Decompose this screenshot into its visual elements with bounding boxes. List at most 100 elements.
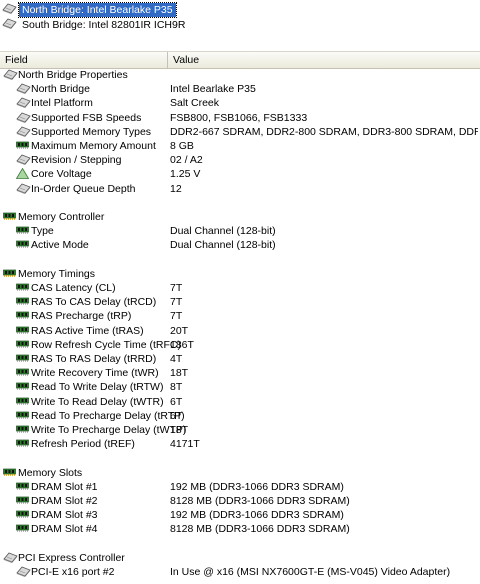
group-title: North Bridge Properties xyxy=(18,69,128,81)
property-field: Write To Read Delay (tWTR) xyxy=(31,395,164,408)
property-value: 1.25 V xyxy=(170,168,201,181)
device-item[interactable]: South Bridge: Intel 82801IR ICH9R xyxy=(2,17,188,33)
group-header[interactable]: Memory Controller xyxy=(0,210,480,224)
group-header[interactable]: PCI Express Controller xyxy=(0,551,480,565)
property-value: 8T xyxy=(170,381,183,394)
memory-icon xyxy=(16,296,29,310)
property-row[interactable]: Supported FSB Speeds FSB800, FSB1066, FSB… xyxy=(0,111,480,125)
memory-icon xyxy=(16,353,29,367)
chip-icon xyxy=(16,566,31,581)
property-value: 7T xyxy=(170,282,183,294)
property-field: Refresh Period (tREF) xyxy=(31,438,135,451)
memory-icon xyxy=(16,325,29,339)
property-value: 8128 MB (DDR3-1066 DDR3 SDRAM) xyxy=(170,523,350,536)
field-column-header[interactable]: Field xyxy=(0,52,168,68)
property-field: Revision / Stepping xyxy=(31,154,122,167)
property-row[interactable]: In-Order Queue Depth 12 xyxy=(0,182,480,196)
device-item[interactable]: North Bridge: Intel Bearlake P35 xyxy=(2,2,177,18)
property-row[interactable]: Core Voltage 1.25 V xyxy=(0,167,480,181)
memory-icon xyxy=(16,381,29,395)
property-value: 18T xyxy=(170,367,189,380)
property-field: RAS Active Time (tRAS) xyxy=(31,324,144,337)
property-row[interactable]: North Bridge Intel Bearlake P35 xyxy=(0,82,480,96)
property-value: 4171T xyxy=(170,438,200,451)
memory-icon xyxy=(16,424,29,438)
property-field: Core Voltage xyxy=(31,168,92,181)
property-row[interactable]: DRAM Slot #1 192 MB (DDR3-1066 DDR3 SDRAM… xyxy=(0,480,480,494)
property-row[interactable]: Active Mode Dual Channel (128-bit) xyxy=(0,238,480,252)
property-row[interactable]: Intel Platform Salt Creek xyxy=(0,96,480,110)
property-row[interactable]: Refresh Period (tREF) 4171T xyxy=(0,437,480,451)
property-value: 6T xyxy=(170,395,183,408)
property-row[interactable]: PCI-E x16 port #2 In Use @ x16 (MSI NX760… xyxy=(0,565,480,579)
property-row[interactable]: Revision / Stepping 02 / A2 xyxy=(0,153,480,167)
memory-icon xyxy=(16,523,29,537)
chip-icon xyxy=(2,3,17,17)
group-title: PCI Express Controller xyxy=(18,551,125,564)
property-field: DRAM Slot #4 xyxy=(31,523,98,536)
property-row[interactable]: RAS Precharge (tRP) 7T xyxy=(0,309,480,323)
property-row[interactable]: Row Refresh Cycle Time (tRFC) 186T xyxy=(0,338,480,352)
property-value: 186T xyxy=(170,338,194,351)
memory-icon xyxy=(16,396,29,410)
chip-icon xyxy=(2,18,17,32)
property-field: Read To Write Delay (tRTW) xyxy=(31,381,164,394)
property-row[interactable]: CAS Latency (CL) 7T xyxy=(0,281,480,295)
property-field: Active Mode xyxy=(31,239,89,252)
memory-icon xyxy=(16,410,29,424)
property-value: Salt Creek xyxy=(170,97,220,110)
property-field: In-Order Queue Depth xyxy=(31,182,136,195)
memory-icon xyxy=(16,140,29,154)
property-value: Dual Channel (128-bit) xyxy=(170,239,276,252)
property-row[interactable]: Type Dual Channel (128-bit) xyxy=(0,224,480,238)
property-row[interactable]: Maximum Memory Amount 8 GB xyxy=(0,139,480,153)
property-value: Intel Bearlake P35 xyxy=(170,83,256,96)
property-value: 192 MB (DDR3-1066 DDR3 SDRAM) xyxy=(170,480,344,493)
property-row[interactable]: Write To Precharge Delay (tWTP) 18T xyxy=(0,423,480,437)
property-row[interactable]: Supported Memory Types DDR2-667 SDRAM, DD… xyxy=(0,125,480,139)
property-value: 02 / A2 xyxy=(170,154,203,167)
property-value: 12 xyxy=(170,182,182,195)
property-value: 4T xyxy=(170,353,183,365)
property-row[interactable]: RAS To RAS Delay (tRRD) 4T xyxy=(0,352,480,366)
property-field: Write To Precharge Delay (tWTP) xyxy=(31,424,187,436)
property-field: Row Refresh Cycle Time (tRFC) xyxy=(31,338,181,351)
group-header[interactable]: Memory Timings xyxy=(0,267,480,281)
property-row[interactable]: Read To Write Delay (tRTW) 8T xyxy=(0,380,480,394)
property-field: Write Recovery Time (tWR) xyxy=(31,367,159,380)
property-value: Dual Channel (128-bit) xyxy=(170,225,276,238)
device-label: South Bridge: Intel 82801IR ICH9R xyxy=(22,19,186,31)
property-row[interactable]: RAS To CAS Delay (tRCD) 7T xyxy=(0,295,480,309)
property-field: DRAM Slot #3 xyxy=(31,509,98,522)
chip-icon xyxy=(16,183,31,198)
memory-icon xyxy=(16,225,29,239)
property-row[interactable]: RAS Active Time (tRAS) 20T xyxy=(0,324,480,338)
property-field: Supported FSB Speeds xyxy=(31,111,142,124)
property-field: PCI-E x16 port #2 xyxy=(31,566,115,578)
property-value: DDR2-667 SDRAM, DDR2-800 SDRAM, DDR3-800… xyxy=(170,125,478,138)
memory-icon xyxy=(3,211,16,225)
group-header[interactable]: Memory Slots xyxy=(0,466,480,480)
property-value: In Use @ x16 (MSI NX7600GT-E (MS-V045) V… xyxy=(170,566,451,578)
memory-icon xyxy=(16,438,29,452)
value-column-header[interactable]: Value xyxy=(168,52,480,68)
memory-icon xyxy=(16,495,29,509)
property-value: 7T xyxy=(170,310,183,323)
group-header[interactable]: North Bridge Properties xyxy=(0,68,480,82)
property-field: Type xyxy=(31,225,54,238)
property-row[interactable]: Read To Precharge Delay (tRTP) 6T xyxy=(0,409,480,423)
group-title: Memory Controller xyxy=(18,211,105,223)
memory-icon xyxy=(16,481,29,495)
group-title: Memory Slots xyxy=(18,466,83,479)
property-field: DRAM Slot #1 xyxy=(31,480,98,493)
property-value: FSB800, FSB1066, FSB1333 xyxy=(170,111,308,124)
device-label: North Bridge: Intel Bearlake P35 xyxy=(18,2,177,18)
memory-icon xyxy=(16,339,29,353)
property-row[interactable]: DRAM Slot #4 8128 MB (DDR3-1066 DDR3 SDRA… xyxy=(0,522,480,536)
property-value: 6T xyxy=(170,409,183,422)
property-row[interactable]: Write Recovery Time (tWR) 18T xyxy=(0,366,480,380)
property-row[interactable]: DRAM Slot #3 192 MB (DDR3-1066 DDR3 SDRAM… xyxy=(0,508,480,522)
property-row[interactable]: DRAM Slot #2 8128 MB (DDR3-1066 DDR3 SDRA… xyxy=(0,494,480,508)
property-row[interactable]: Write To Read Delay (tWTR) 6T xyxy=(0,395,480,409)
memory-icon xyxy=(16,509,29,523)
